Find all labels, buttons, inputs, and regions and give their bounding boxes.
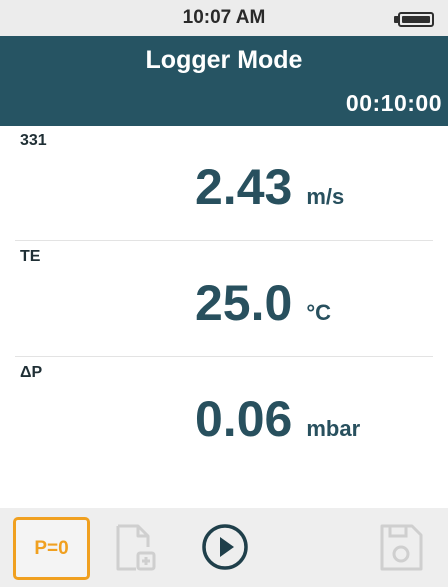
- measurement-reading: 25.0 °C: [195, 274, 331, 332]
- measurement-value: 0.06: [195, 391, 293, 447]
- measurement-value: 25.0: [195, 275, 293, 331]
- measurement-label: ΔP: [20, 364, 43, 381]
- logging-timer: 00:10:00: [345, 90, 442, 116]
- row-divider: [15, 240, 433, 241]
- measurement-unit: m/s: [306, 184, 345, 209]
- status-bar: 10:07 AM: [0, 0, 448, 36]
- page-title: Logger Mode: [145, 46, 303, 74]
- measurement-unit: mbar: [306, 416, 361, 441]
- measurement-value: 2.43: [195, 159, 293, 215]
- measurement-reading: 0.06 mbar: [195, 390, 360, 448]
- clock: 10:07 AM: [182, 7, 266, 28]
- measurement-reading: 2.43 m/s: [195, 158, 344, 216]
- save-icon[interactable]: [376, 522, 426, 574]
- play-icon[interactable]: [200, 522, 250, 572]
- measurement-unit: °C: [306, 300, 332, 325]
- measurement-label: TE: [20, 248, 41, 265]
- battery-full-icon: [398, 12, 434, 27]
- add-document-icon[interactable]: [112, 523, 160, 573]
- measurement-row-velocity: 331 2.43 m/s: [0, 128, 448, 244]
- measurement-row-temperature: TE 25.0 °C: [0, 244, 448, 360]
- row-divider: [15, 356, 433, 357]
- measurement-label: 331: [20, 132, 47, 149]
- measurement-row-pressure: ΔP 0.06 mbar: [0, 360, 448, 476]
- zero-pressure-button[interactable]: P=0: [13, 517, 90, 580]
- battery-fill: [402, 16, 430, 23]
- bottom-toolbar: P=0: [0, 508, 448, 587]
- title-bar: Logger Mode 00:10:00: [0, 36, 448, 126]
- logger-screen: 10:07 AM Logger Mode 00:10:00 331 2.43 m/…: [0, 0, 448, 587]
